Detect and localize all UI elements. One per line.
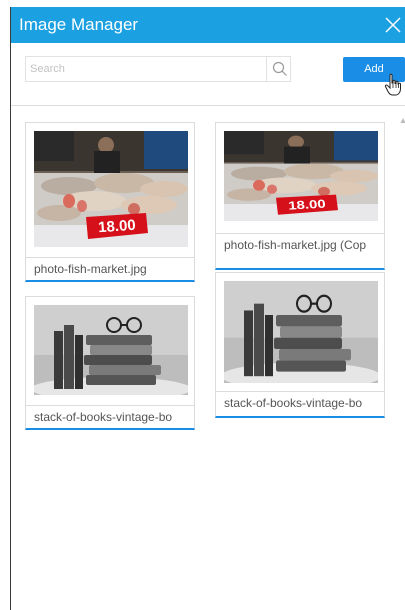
image-thumbnail: 18.00 — [224, 131, 378, 221]
close-icon[interactable] — [382, 14, 404, 36]
price-tag-text: 18.00 — [98, 217, 137, 237]
image-card[interactable]: stack-of-books-vintage-bo — [215, 272, 385, 418]
image-gallery: 18.00 photo-fish-market.jpg 18.00 photo-… — [11, 106, 405, 610]
image-filename: photo-fish-market.jpg (Cop — [216, 233, 384, 256]
window-title: Image Manager — [19, 15, 139, 34]
scrollbar[interactable] — [400, 116, 405, 610]
image-thumbnail: 18.00 — [34, 131, 188, 247]
image-card[interactable]: 18.00 photo-fish-market.jpg (Cop — [215, 122, 385, 270]
price-tag-text: 18.00 — [288, 197, 327, 212]
image-card[interactable]: 18.00 photo-fish-market.jpg — [25, 122, 195, 282]
toolbar: Add — [11, 43, 405, 106]
image-filename: photo-fish-market.jpg — [26, 257, 194, 280]
image-thumbnail — [224, 281, 378, 383]
image-filename: stack-of-books-vintage-bo — [216, 391, 384, 414]
search-icon[interactable] — [272, 61, 288, 77]
search-divider — [266, 57, 267, 81]
image-card[interactable]: stack-of-books-vintage-bo — [25, 296, 195, 430]
title-bar: Image Manager — [11, 7, 405, 43]
image-filename: stack-of-books-vintage-bo — [26, 405, 194, 428]
search-box — [25, 56, 291, 82]
image-thumbnail — [34, 305, 188, 395]
search-input[interactable] — [26, 57, 266, 81]
hand-cursor-icon — [384, 73, 402, 97]
image-manager-window: Image Manager Add — [10, 7, 405, 610]
